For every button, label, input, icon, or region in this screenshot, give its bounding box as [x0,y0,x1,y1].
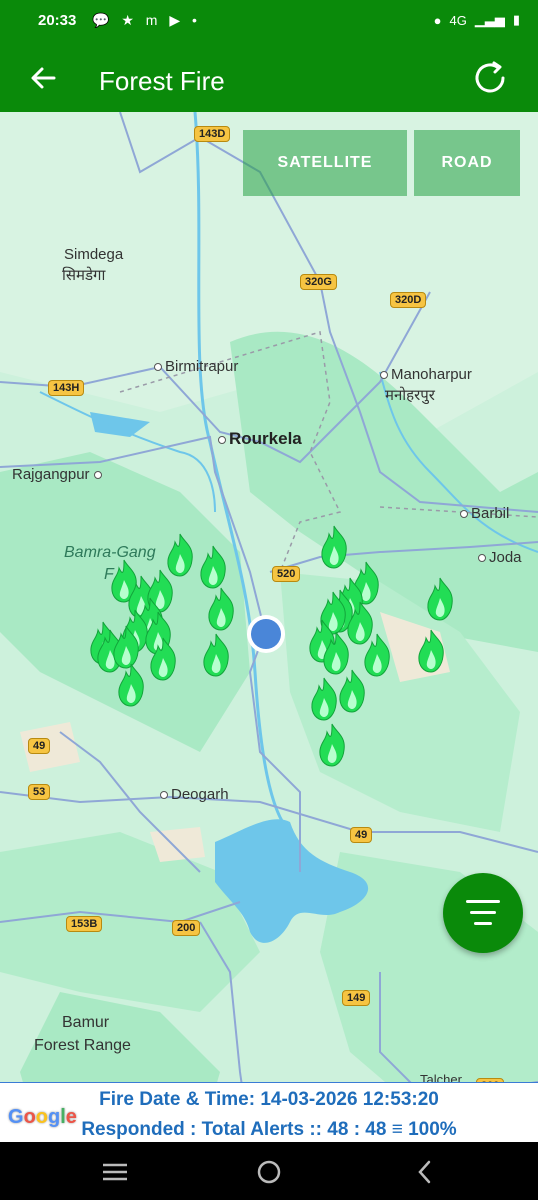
filter-button[interactable] [443,873,523,953]
road-shield: 49 [28,738,51,754]
road-shield: 320D [390,292,427,308]
road-shield: 153B [66,916,103,932]
notification-icons: 💬 ★ m ▶ • [92,12,201,28]
filter-icon-line [470,911,496,914]
place-joda: Joda [478,549,522,566]
place-bamra-gang: Bamra-Gang [64,544,156,561]
filter-icon [466,900,500,903]
place-rourkela: Rourkela [218,429,302,449]
place-manoharpur-hindi: मनोहरपुर [385,387,435,404]
place-bamra-f: F [104,566,114,583]
place-barbil: Barbil [460,505,509,522]
satellite-button[interactable]: SATELLITE [243,130,407,196]
back-icon[interactable] [410,1157,440,1187]
signal-icon: ▁▃▅ [474,12,505,27]
status-bar: 20:33 💬 ★ m ▶ • ● 4G ▁▃▅ ▮ [0,0,538,44]
fire-date-time: Fire Date & Time: 14-03-2026 12:53:20 [99,1089,439,1110]
filter-icon-line [474,922,492,925]
road-shield: 143H [48,380,85,396]
recent-apps-icon[interactable] [100,1157,130,1187]
google-logo[interactable]: Google [8,1106,77,1129]
location-icon: ● [433,12,442,28]
place-deogarh: Deogarh [160,786,229,803]
home-icon[interactable] [254,1157,284,1187]
current-location-marker [251,619,281,649]
back-arrow-icon[interactable] [24,58,64,98]
app-bar: Forest Fire [0,44,538,112]
network-type: 4G [449,12,467,28]
road-shield: 149 [342,990,371,1006]
place-simdega: Simdega [64,246,124,263]
responded-alerts: Responded : Total Alerts :: 48 : 48 ≡ 10… [81,1119,457,1140]
place-manoharpur: Manoharpur [380,366,472,383]
page-title: Forest Fire [99,66,225,96]
status-time: 20:33 [38,12,77,29]
road-shield: 49 [350,827,373,843]
road-shield: 520 [272,566,301,582]
road-shield: 143D [194,126,231,142]
place-bamur-forest-range: Forest Range [34,1037,131,1054]
place-bamur: Bamur [62,1014,110,1031]
fire-info-panel: Fire Date & Time: 14-03-2026 12:53:20 Re… [0,1082,538,1143]
place-rajgangpur: Rajgangpur [12,466,105,483]
battery-icon: ▮ [512,12,520,27]
road-shield: 53 [28,784,51,800]
status-right-icons: ● 4G ▁▃▅ ▮ [434,12,520,28]
refresh-icon[interactable] [470,58,510,98]
road-shield: 200 [172,920,201,936]
road-shield: 320G [300,274,337,290]
place-birmitrapur: Birmitrapur [154,358,238,375]
place-simdega-hindi: सिमडेगा [62,267,106,284]
system-nav-bar [0,1142,538,1200]
map-view[interactable]: SATELLITE ROAD Simdega सिमडेगा Birmitrap… [0,112,538,1142]
road-button[interactable]: ROAD [414,130,520,196]
